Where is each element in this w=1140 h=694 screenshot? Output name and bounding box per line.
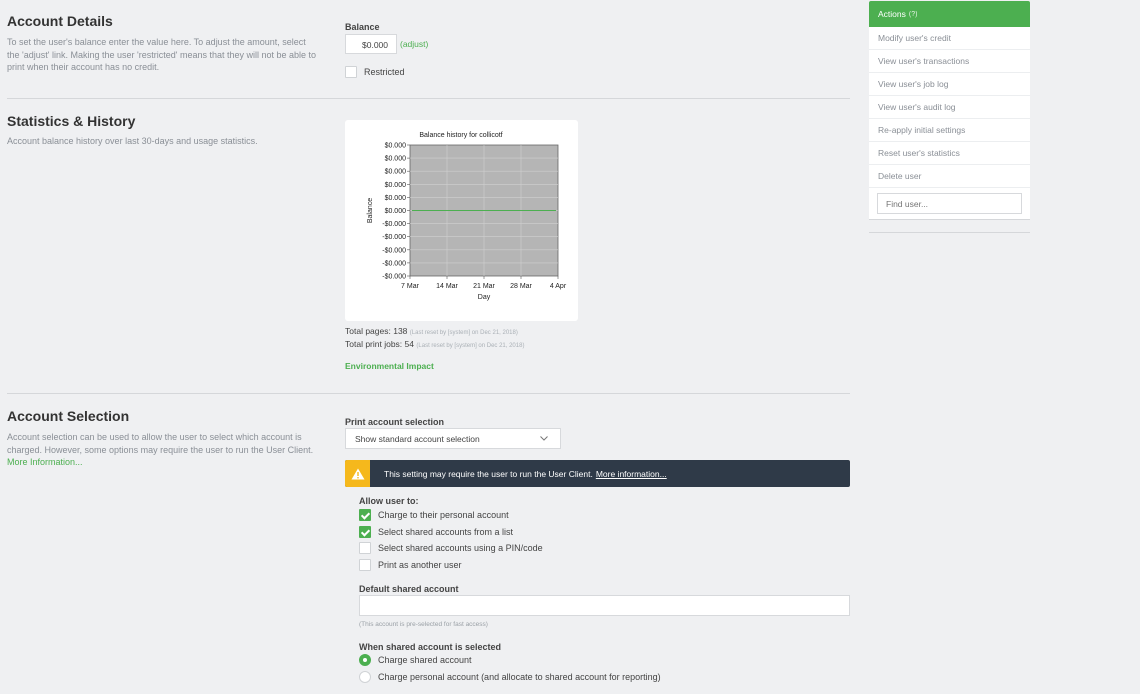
default-shared-account-hint: (This account is pre-selected for fast a… bbox=[359, 621, 488, 628]
action-reset-statistics[interactable]: Reset user's statistics bbox=[869, 142, 1030, 165]
y-tick-label: -$0.000 bbox=[382, 221, 406, 228]
default-shared-account-label: Default shared account bbox=[359, 584, 459, 594]
action-view-job-log[interactable]: View user's job log bbox=[869, 73, 1030, 96]
checkbox[interactable] bbox=[359, 558, 371, 571]
radio-label: Charge personal account (and allocate to… bbox=[378, 671, 661, 682]
checkbox[interactable] bbox=[359, 542, 371, 554]
action-modify-credit[interactable]: Modify user's credit bbox=[869, 27, 1030, 50]
divider bbox=[869, 232, 1030, 233]
allow-options-list: Charge to their personal account Select … bbox=[359, 509, 543, 571]
y-tick-label: $0.000 bbox=[385, 169, 407, 176]
radio[interactable] bbox=[359, 670, 371, 683]
checkbox[interactable] bbox=[359, 525, 371, 538]
actions-sidebar: Actions (?) Modify user's credit View us… bbox=[869, 1, 1030, 220]
restricted-checkbox[interactable] bbox=[345, 66, 357, 78]
find-user-container bbox=[869, 188, 1030, 220]
help-icon[interactable]: (?) bbox=[909, 11, 918, 18]
allow-option-print-as-other[interactable]: Print as another user bbox=[359, 558, 543, 571]
divider bbox=[7, 393, 850, 394]
when-shared-selected-label: When shared account is selected bbox=[359, 642, 502, 652]
print-account-selection-label: Print account selection bbox=[345, 417, 445, 427]
divider bbox=[7, 98, 850, 99]
allow-option-personal[interactable]: Charge to their personal account bbox=[359, 509, 543, 521]
y-tick-label: $0.000 bbox=[385, 208, 407, 215]
warning-text: This setting may require the user to run… bbox=[384, 468, 593, 479]
chart-title: Balance history for collicotf bbox=[419, 132, 502, 139]
x-tick-label: 28 Mar bbox=[510, 283, 532, 290]
total-pages: Total pages: 138 (Last reset by [system]… bbox=[345, 326, 518, 336]
warning-banner: This setting may require the user to run… bbox=[345, 460, 850, 487]
balance-chart-panel: Balance history for collicotf $0.000 $0.00… bbox=[345, 120, 578, 321]
radio-label: Charge shared account bbox=[378, 655, 472, 665]
warning-more-info-link[interactable]: More information... bbox=[596, 469, 667, 479]
stats-title: Statistics & History bbox=[7, 113, 136, 129]
y-tick-label: $0.000 bbox=[385, 143, 407, 150]
total-jobs-value: 54 bbox=[404, 339, 415, 349]
x-tick-label: 7 Mar bbox=[401, 283, 420, 290]
adjust-link[interactable]: (adjust) bbox=[400, 39, 428, 49]
option-label: Print as another user bbox=[378, 559, 462, 570]
y-tick-label: $0.000 bbox=[385, 156, 407, 163]
y-axis-label: Balance bbox=[367, 198, 374, 223]
total-jobs-note: (Last reset by [system] on Dec 21, 2018) bbox=[416, 343, 525, 349]
y-tick-label: -$0.000 bbox=[382, 274, 406, 281]
actions-header-label: Actions bbox=[878, 9, 906, 19]
option-label: Select shared accounts using a PIN/code bbox=[378, 543, 543, 553]
option-label: Select shared accounts from a list bbox=[378, 526, 514, 537]
balance-input[interactable]: $0.000 bbox=[345, 34, 397, 54]
account-selection-description: Account selection can be used to allow t… bbox=[7, 431, 317, 469]
shared-radio-group: Charge shared account Charge personal ac… bbox=[359, 654, 661, 683]
y-tick-label: -$0.000 bbox=[382, 247, 406, 254]
action-view-transactions[interactable]: View user's transactions bbox=[869, 50, 1030, 73]
print-account-select[interactable]: Show standard account selection bbox=[345, 428, 561, 449]
radio-charge-personal[interactable]: Charge personal account (and allocate to… bbox=[359, 670, 661, 683]
environmental-impact-link[interactable]: Environmental Impact bbox=[345, 361, 434, 371]
option-label: Charge to their personal account bbox=[378, 510, 509, 520]
account-selection-title: Account Selection bbox=[7, 408, 130, 424]
print-account-select-value: Show standard account selection bbox=[355, 434, 480, 444]
total-jobs-label: Total print jobs: bbox=[345, 339, 403, 349]
y-tick-label: -$0.000 bbox=[382, 260, 406, 267]
total-pages-value: 138 bbox=[393, 326, 408, 336]
action-delete-user[interactable]: Delete user bbox=[869, 165, 1030, 188]
y-tick-label: -$0.000 bbox=[382, 234, 406, 241]
total-pages-note: (Last reset by [system] on Dec 21, 2018) bbox=[409, 330, 518, 336]
x-tick-label: 21 Mar bbox=[473, 283, 495, 290]
restricted-label: Restricted bbox=[364, 67, 405, 77]
x-tick-label: 4 Apr bbox=[550, 283, 567, 290]
default-shared-account-input[interactable] bbox=[359, 595, 850, 616]
total-jobs: Total print jobs: 54 (Last reset by [sys… bbox=[345, 339, 524, 349]
allow-option-shared-list[interactable]: Select shared accounts from a list bbox=[359, 525, 543, 538]
allow-option-shared-pin[interactable]: Select shared accounts using a PIN/code bbox=[359, 542, 543, 554]
radio-charge-shared[interactable]: Charge shared account bbox=[359, 654, 661, 666]
account-details-description: To set the user's balance enter the valu… bbox=[7, 37, 317, 72]
balance-label: Balance bbox=[345, 22, 380, 32]
y-tick-label: $0.000 bbox=[385, 195, 407, 202]
balance-chart: Balance history for collicotf $0.000 $0.00… bbox=[367, 132, 567, 301]
x-axis-label: Day bbox=[478, 294, 491, 301]
stats-description: Account balance history over last 30-day… bbox=[7, 136, 258, 146]
x-tick-label: 14 Mar bbox=[436, 283, 458, 290]
y-tick-label: $0.000 bbox=[385, 182, 407, 189]
action-reapply-settings[interactable]: Re-apply initial settings bbox=[869, 119, 1030, 142]
checkbox[interactable] bbox=[359, 509, 371, 521]
chevron-down-icon bbox=[540, 436, 548, 441]
account-details-title: Account Details bbox=[7, 13, 113, 29]
more-information-link[interactable]: More Information... bbox=[7, 456, 317, 469]
allow-user-label: Allow user to: bbox=[359, 496, 419, 506]
warning-icon bbox=[345, 460, 370, 487]
find-user-input[interactable] bbox=[877, 193, 1022, 214]
actions-header: Actions (?) bbox=[869, 1, 1030, 27]
action-view-audit-log[interactable]: View user's audit log bbox=[869, 96, 1030, 119]
radio[interactable] bbox=[359, 654, 371, 666]
total-pages-label: Total pages: bbox=[345, 326, 391, 336]
